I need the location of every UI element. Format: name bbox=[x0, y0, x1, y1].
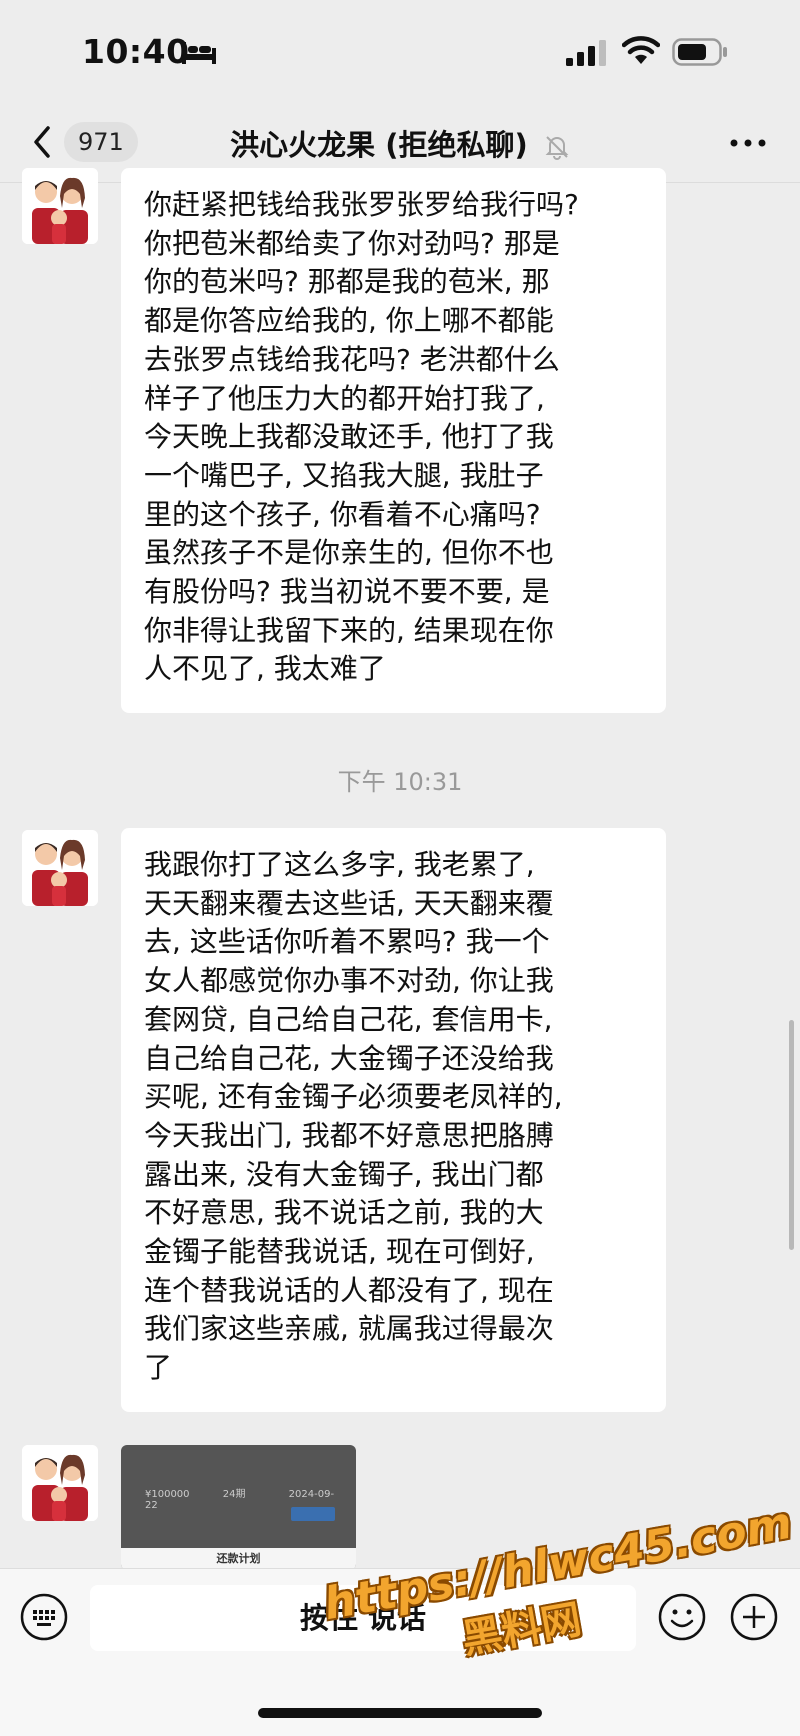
more-options-button[interactable] bbox=[726, 128, 770, 158]
muted-bell-icon bbox=[545, 136, 569, 160]
status-time: 10:40 bbox=[82, 32, 190, 71]
message-line: 去, 这些话你听着不累吗? 我一个 bbox=[144, 925, 550, 959]
message-line: 虽然孩子不是你亲生的, 但你不也 bbox=[144, 536, 554, 570]
message-line: 里的这个孩子, 你看着不心痛吗? bbox=[144, 497, 541, 531]
scrollbar[interactable] bbox=[789, 1020, 794, 1250]
message-line: 套网贷, 自己给自己花, 套信用卡, bbox=[144, 1002, 553, 1036]
cellular-signal-icon bbox=[566, 40, 606, 66]
couple-avatar-icon bbox=[22, 830, 98, 906]
couple-avatar-icon bbox=[22, 168, 98, 244]
message-line: 连个替我说话的人都没有了, 现在 bbox=[144, 1273, 554, 1307]
image-term: 24期 bbox=[222, 1489, 246, 1500]
message-line: 女人都感觉你办事不对劲, 你让我 bbox=[144, 964, 554, 998]
message-line: 金镯子能替我说话, 现在可倒好, bbox=[144, 1235, 535, 1269]
message-line: 你的苞米吗? 那都是我的苞米, 那 bbox=[144, 265, 550, 299]
message-line: 我跟你打了这么多字, 我老累了, bbox=[144, 848, 535, 881]
message-line: 了 bbox=[144, 1351, 173, 1385]
message-line: 样子了他压力大的都开始打我了, bbox=[144, 381, 545, 415]
message-line: 买呢, 还有金镯子必须要老凤祥的, bbox=[144, 1080, 563, 1114]
message-line: 去张罗点钱给我花吗? 老洪都什么 bbox=[144, 342, 560, 376]
message-line: 你把苞米都给卖了你对劲吗? 那是 bbox=[144, 226, 560, 260]
message-line: 有股份吗? 我当初说不要不要, 是 bbox=[144, 575, 550, 609]
avatar[interactable] bbox=[22, 1445, 98, 1521]
battery-icon bbox=[672, 38, 727, 66]
chat-title: 洪心火龙果 (拒绝私聊) bbox=[0, 122, 800, 164]
message-line: 你非得让我留下来的, 结果现在你 bbox=[144, 613, 554, 647]
message-line: 天天翻来覆去这些话, 天天翻来覆 bbox=[144, 886, 554, 920]
message-line: 一个嘴巴子, 又掐我大腿, 我肚子 bbox=[144, 458, 544, 492]
status-bar: 10:40 bbox=[0, 0, 800, 100]
message-line: 都是你答应给我的, 你上哪不都能 bbox=[144, 304, 554, 338]
keyboard-icon[interactable] bbox=[20, 1593, 68, 1641]
couple-avatar-icon bbox=[22, 1445, 98, 1521]
message-line: 露出来, 没有大金镯子, 我出门都 bbox=[144, 1157, 544, 1191]
image-message[interactable]: ¥100000 24期 2024-09-22 还款计划 bbox=[121, 1445, 356, 1570]
message-line: 自己给自己花, 大金镯子还没给我 bbox=[144, 1041, 554, 1075]
home-indicator bbox=[258, 1708, 542, 1718]
message-line: 今天晚上我都没敢还手, 他打了我 bbox=[144, 420, 554, 454]
message-line: 不好意思, 我不说话之前, 我的大 bbox=[144, 1196, 544, 1230]
image-footer: 还款计划 bbox=[121, 1548, 356, 1570]
message-line: 今天我出门, 我都不好意思把胳膊 bbox=[144, 1118, 554, 1152]
message-bubble[interactable]: 我跟你打了这么多字, 我老累了, 天天翻来覆去这些话, 天天翻来覆 去, 这些话… bbox=[121, 828, 666, 1412]
sleep-focus-icon bbox=[182, 42, 216, 64]
message-line: 我们家这些亲戚, 就属我过得最次 bbox=[144, 1312, 554, 1346]
message-bubble[interactable]: 你赶紧把钱给我张罗张罗给我行吗? 你把苞米都给卖了你对劲吗? 那是 你的苞米吗?… bbox=[121, 168, 666, 713]
image-button-shape bbox=[291, 1507, 335, 1521]
wifi-icon bbox=[622, 36, 660, 64]
message-line: 你赶紧把钱给我张罗张罗给我行吗? bbox=[144, 188, 579, 221]
avatar[interactable] bbox=[22, 168, 98, 244]
message-line: 人不见了, 我太难了 bbox=[144, 652, 386, 686]
avatar[interactable] bbox=[22, 830, 98, 906]
message-timestamp: 下午 10:31 bbox=[337, 768, 463, 796]
chat-title-text: 洪心火龙果 (拒绝私聊) bbox=[230, 128, 528, 162]
image-amount: ¥100000 bbox=[145, 1489, 190, 1500]
